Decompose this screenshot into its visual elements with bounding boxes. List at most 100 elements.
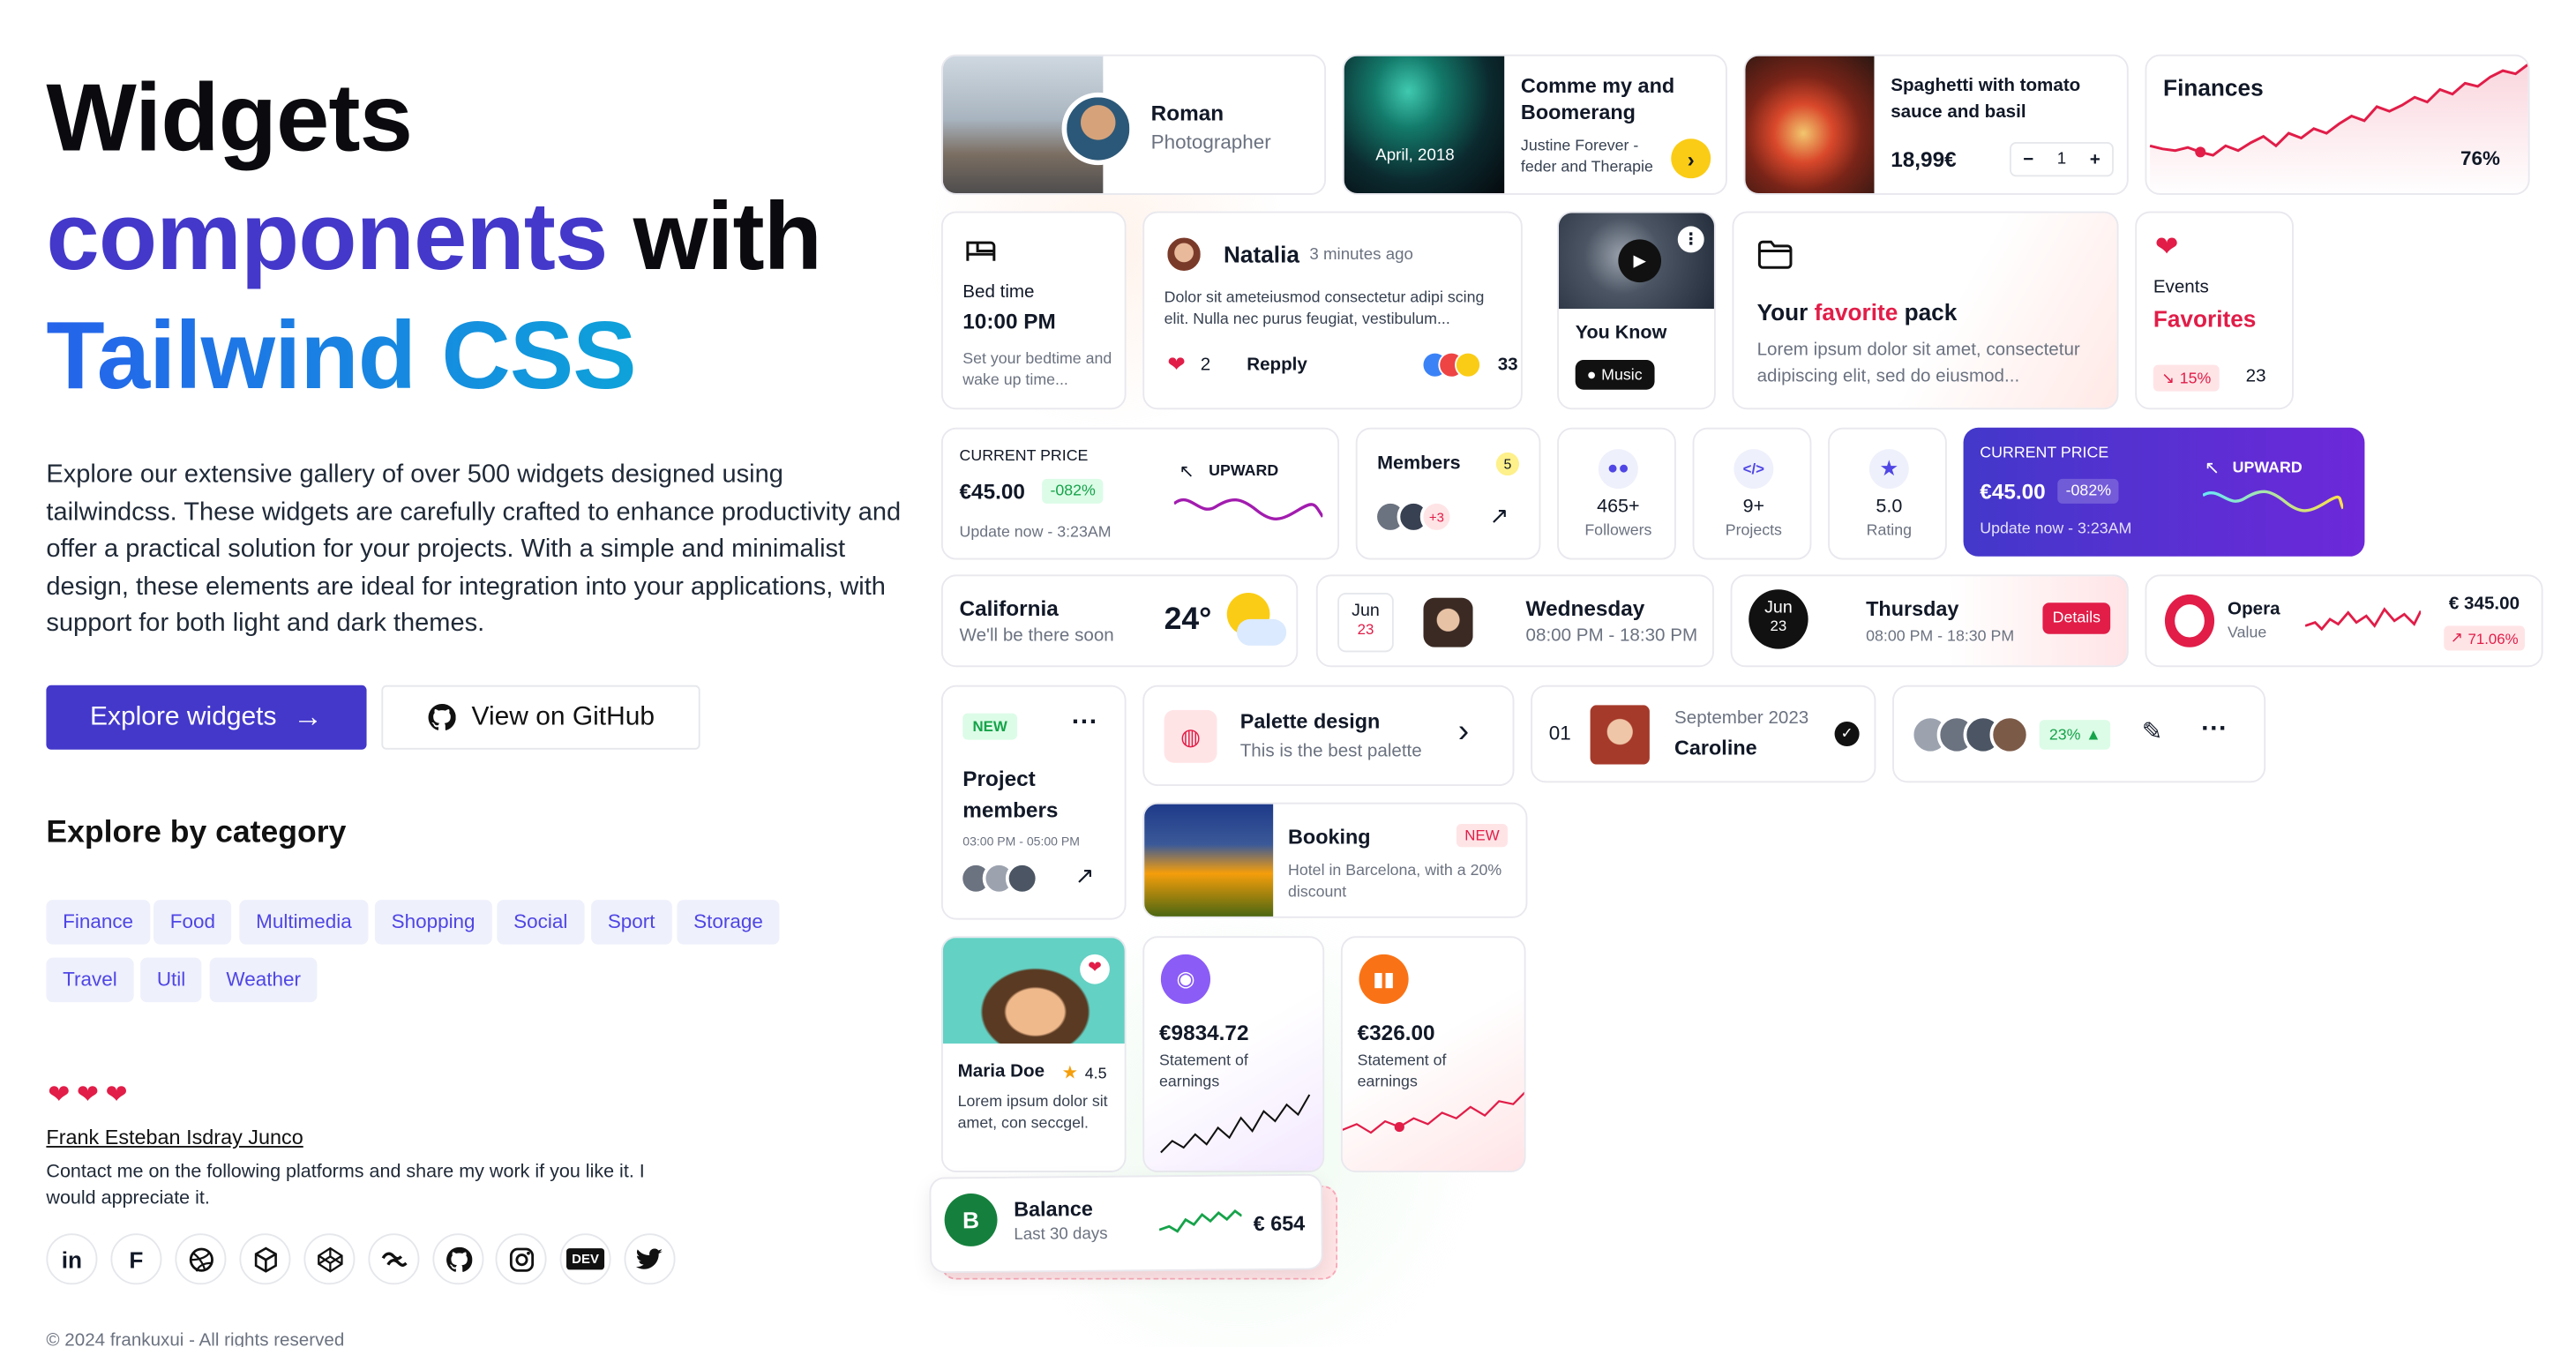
weather-city: California — [959, 595, 1059, 621]
instagram-link[interactable] — [495, 1233, 547, 1285]
heart-icon: ❤ — [76, 1081, 106, 1110]
linkedin-link[interactable]: in — [46, 1233, 98, 1285]
calendar-card[interactable]: Jun 23 Wednesday 08:00 PM - 18:30 PM — [1315, 574, 1714, 668]
members-card[interactable]: Members 5 +3 ↗ — [1355, 427, 1541, 560]
box-link[interactable] — [239, 1233, 291, 1285]
category-multimedia[interactable]: Multimedia — [239, 900, 369, 945]
favorites-card[interactable]: ❤ Events Favorites ↘ 15% 23 — [2135, 211, 2294, 410]
music-card[interactable]: ▶ ⋮ You Know ● Music — [1557, 211, 1716, 410]
event-next-button[interactable]: › — [1671, 138, 1711, 179]
figma-link[interactable]: F — [110, 1233, 162, 1285]
palette-card[interactable]: ◍ Palette design This is the best palett… — [1142, 685, 1515, 786]
post-card[interactable]: Natalia 3 minutes ago Dolor sit ameteius… — [1142, 211, 1523, 410]
tailwind-link[interactable] — [368, 1233, 420, 1285]
event-artists: Justine Forever - feder and Therapie — [1520, 137, 1653, 177]
users-icon: ●● — [1598, 449, 1638, 490]
twitter-icon — [635, 1247, 663, 1268]
more-vertical-icon: ⋮ — [1682, 230, 1700, 249]
heart-icon[interactable]: ❤ — [1167, 352, 1185, 378]
favorite-pack-card[interactable]: Your favorite pack Lorem ipsum dolor sit… — [1732, 211, 2119, 410]
category-weather[interactable]: Weather — [209, 957, 318, 1003]
decrement-button[interactable]: − — [2023, 149, 2033, 168]
calendar-month: Jun — [1352, 601, 1380, 621]
dev-link[interactable]: DEV — [559, 1233, 611, 1285]
category-food[interactable]: Food — [154, 900, 232, 945]
profile-card[interactable]: Roman Photographer — [940, 54, 1327, 195]
code-icon: </> — [1734, 449, 1774, 490]
booking-title: Booking — [1288, 825, 1371, 849]
followers-stat-card[interactable]: ●● 465+ Followers — [1557, 427, 1676, 560]
maria-card[interactable]: ❤ Maria Doe ★ 4.5 Lorem ipsum dolor sit … — [940, 936, 1127, 1172]
projects-value: 9+ — [1742, 497, 1765, 517]
members-count: 5 — [1495, 452, 1520, 476]
avatar — [1061, 92, 1134, 166]
author-name-link[interactable]: Frank Esteban Isdray Junco — [46, 1126, 303, 1149]
price-dark-card[interactable]: CURRENT PRICE €45.00 -082% Update now - … — [1963, 427, 2365, 557]
dribbble-link[interactable] — [175, 1233, 227, 1285]
rating-stat-card[interactable]: ★ 5.0 Rating — [1828, 427, 1947, 560]
github-link[interactable] — [432, 1233, 484, 1285]
category-shopping[interactable]: Shopping — [374, 900, 492, 945]
category-travel[interactable]: Travel — [46, 957, 134, 1003]
more-horizontal-icon[interactable]: ··· — [2201, 715, 2228, 745]
price-card[interactable]: CURRENT PRICE €45.00 -082% Update now - … — [940, 427, 1340, 560]
followers-label: Followers — [1584, 521, 1652, 541]
price-dark-value: €45.00 — [1980, 478, 2046, 504]
more-horizontal-icon[interactable]: ··· — [1072, 708, 1098, 738]
calendar-dark-weekday: Thursday — [1866, 597, 1959, 621]
pack-title-c: pack — [1898, 298, 1958, 326]
calendar-day: 23 — [1357, 620, 1374, 638]
reply-button[interactable]: Repply — [1247, 355, 1307, 374]
arrow-up-right-icon[interactable]: ↗ — [1489, 502, 1509, 530]
view-github-button[interactable]: View on GitHub — [381, 685, 700, 750]
calendar-date-box: Jun 23 — [1337, 592, 1394, 653]
increment-button[interactable]: + — [2090, 149, 2100, 168]
opera-change-value: 71.06% — [2467, 630, 2519, 647]
price-sparkline — [1173, 498, 1323, 520]
booking-card[interactable]: Booking NEW Hotel in Barcelona, with a 2… — [1142, 802, 1528, 918]
explore-widgets-button[interactable]: Explore widgets → — [46, 685, 367, 750]
hero-title-highlight: components — [46, 183, 608, 291]
category-social[interactable]: Social — [497, 900, 585, 945]
arrow-up-left-icon: ↖ — [2204, 459, 2220, 479]
maria-photo — [942, 938, 1125, 1044]
project-members-card[interactable]: NEW ··· Project members 03:00 PM - 05:00… — [940, 685, 1127, 920]
play-button[interactable]: ▶ — [1618, 239, 1662, 283]
profile-name: Roman — [1150, 101, 1224, 126]
balance-card[interactable]: B Balance Last 30 days € 654 — [929, 1173, 1323, 1274]
details-button[interactable]: Details — [2042, 602, 2111, 634]
natalia-avatar — [1164, 234, 1204, 274]
event-card[interactable]: April, 2018 Comme my and Boomerang Justi… — [1342, 54, 1727, 195]
chevron-right-icon: › — [1687, 146, 1695, 171]
category-storage[interactable]: Storage — [677, 900, 780, 945]
contact-index: 01 — [1548, 721, 1571, 745]
food-card[interactable]: Spaghetti with tomato sauce and basil 18… — [1743, 54, 2129, 195]
post-author: Natalia — [1224, 241, 1299, 268]
opera-sub: Value — [2228, 624, 2267, 643]
contact-card[interactable]: 01 September 2023 Caroline ✓ — [1531, 685, 1876, 783]
finances-card[interactable]: Finances 76% — [2145, 54, 2530, 195]
quantity-stepper[interactable]: − 1 + — [2009, 141, 2114, 177]
post-text: Dolor sit ameteiusmod consectetur adipi … — [1164, 288, 1485, 329]
bedtime-card[interactable]: Bed time 10:00 PM Set your bedtime and w… — [940, 211, 1127, 410]
twitter-link[interactable] — [624, 1233, 676, 1285]
category-sport[interactable]: Sport — [591, 900, 672, 945]
category-heading: Explore by category — [46, 815, 347, 850]
projects-stat-card[interactable]: </> 9+ Projects — [1692, 427, 1812, 560]
more-options-button[interactable]: ⋮ — [1677, 226, 1704, 253]
team-card[interactable]: 23% ▲ ✎ ··· — [1892, 685, 2266, 783]
category-finance[interactable]: Finance — [46, 900, 150, 945]
palette-title: Palette design — [1239, 709, 1381, 734]
favorite-button[interactable]: ❤ — [1080, 954, 1110, 984]
earnings-card[interactable]: ◉ €9834.72 Statement of earnings — [1142, 936, 1325, 1172]
chevron-right-icon[interactable]: › — [1458, 714, 1469, 752]
arrow-up-right-icon[interactable]: ↗ — [1075, 862, 1095, 890]
earnings-card-2[interactable]: ▮▮ €326.00 Statement of earnings — [1340, 936, 1526, 1172]
price-dark-sparkline — [2202, 490, 2344, 513]
codepen-link[interactable] — [303, 1233, 356, 1285]
weather-card[interactable]: California We'll be there soon 24° — [940, 574, 1299, 668]
opera-card[interactable]: Opera Value € 345.00 ↗ 71.06% — [2145, 574, 2543, 668]
category-util[interactable]: Util — [140, 957, 203, 1003]
calendar-dark-card[interactable]: Jun 23 Thursday 08:00 PM - 18:30 PM Deta… — [1730, 574, 2129, 668]
edit-icon[interactable]: ✎ — [2142, 716, 2163, 746]
